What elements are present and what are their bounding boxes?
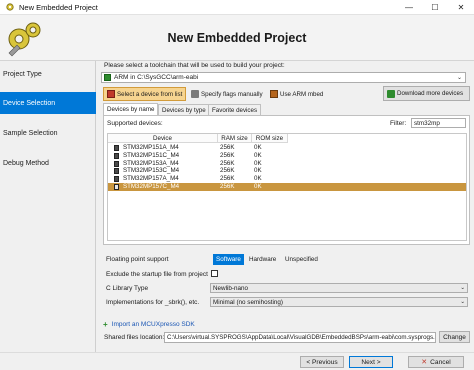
tab-favorite-devices[interactable]: Favorite devices xyxy=(208,104,262,115)
chip-icon xyxy=(114,184,119,190)
supported-devices-label: Supported devices: xyxy=(107,120,163,127)
minimize-button[interactable]: — xyxy=(396,0,422,15)
maximize-button[interactable]: ☐ xyxy=(422,0,448,15)
sidebar-item-debug-method[interactable]: Debug Method xyxy=(0,152,96,174)
toolchain-icon xyxy=(104,74,111,81)
table-row-selected[interactable]: STM32MP157C_M4 256K 0K xyxy=(108,183,466,191)
tab-devices-by-name[interactable]: Devices by name xyxy=(103,103,159,115)
chevron-down-icon: ⌄ xyxy=(460,299,465,305)
clib-type-select[interactable]: Newlib-nano ⌄ xyxy=(210,283,468,293)
column-header-ram[interactable]: RAM size xyxy=(218,134,252,143)
download-more-devices-button[interactable]: Download more devices xyxy=(383,86,470,101)
shared-files-label: Shared files location: xyxy=(104,334,165,341)
ram-size: 256K xyxy=(220,151,235,159)
previous-button[interactable]: < Previous xyxy=(300,356,344,368)
fp-unspecified-option[interactable]: Unspecified xyxy=(282,254,321,265)
wizard-footer: < Previous Next > ✕ Cancel xyxy=(0,352,474,370)
chip-icon xyxy=(114,145,119,151)
select-from-list-button[interactable]: Select a device from list xyxy=(103,87,187,101)
ram-size: 256K xyxy=(220,167,235,175)
sbrk-impl-label: Implementations for _sbrk(), etc. xyxy=(106,299,200,306)
chevron-down-icon: ⌄ xyxy=(460,285,465,291)
cancel-button[interactable]: ✕ Cancel xyxy=(408,356,464,368)
rom-size: 0K xyxy=(254,183,262,190)
exclude-startup-checkbox[interactable] xyxy=(211,270,218,277)
specify-flags-button[interactable]: Specify flags manually xyxy=(187,87,267,101)
clib-type-label: C Library Type xyxy=(106,285,149,292)
rom-size: 0K xyxy=(254,144,262,151)
sidebar-item-sample-selection[interactable]: Sample Selection xyxy=(0,122,96,144)
table-row[interactable]: STM32MP157A_M4 256K 0K xyxy=(108,175,466,183)
device-name: STM32MP151C_M4 xyxy=(123,151,180,159)
device-name: STM32MP153A_M4 xyxy=(123,159,179,167)
list-icon xyxy=(107,90,115,98)
device-name: STM32MP153C_M4 xyxy=(123,167,180,175)
chevron-down-icon: ⌄ xyxy=(456,75,462,81)
fp-software-option[interactable]: Software xyxy=(213,254,244,265)
plus-icon: + xyxy=(103,320,108,329)
filter-label: Filter: xyxy=(390,120,407,127)
shared-files-input[interactable]: C:\Users\virtual.SYSPROGS\AppData\Local\… xyxy=(164,332,436,343)
toolchain-prompt: Please select a toolchain that will be u… xyxy=(104,62,285,69)
column-header-rom[interactable]: ROM size xyxy=(252,134,288,143)
title-bar: New Embedded Project — ☐ ✕ xyxy=(0,0,474,15)
device-table: Device RAM size ROM size STM32MP151A_M4 … xyxy=(107,133,467,241)
filter-input[interactable]: stm32mp xyxy=(411,118,466,128)
ram-size: 256K xyxy=(220,183,235,190)
app-gear-icon xyxy=(6,3,14,11)
table-row[interactable]: STM32MP153C_M4 256K 0K xyxy=(108,167,466,175)
sidebar-item-project-type[interactable]: Project Type xyxy=(0,63,96,85)
chip-icon xyxy=(114,168,119,175)
ram-size: 256K xyxy=(220,175,235,183)
table-row[interactable]: STM32MP153A_M4 256K 0K xyxy=(108,160,466,168)
fp-hardware-option[interactable]: Hardware xyxy=(246,254,279,265)
rom-size: 0K xyxy=(254,151,262,159)
use-arm-mbed-button[interactable]: Use ARM mbed xyxy=(266,87,327,101)
table-row[interactable]: STM32MP151C_M4 256K 0K xyxy=(108,152,466,160)
tab-devices-by-type[interactable]: Devices by type xyxy=(158,104,210,115)
column-header-device[interactable]: Device xyxy=(108,134,218,143)
wizard-sidebar: Project Type Device Selection Sample Sel… xyxy=(0,61,96,352)
import-mcuxpresso-link[interactable]: + Import an MCUXpresso SDK xyxy=(103,320,195,329)
sbrk-impl-select[interactable]: Minimal (no semihosting) ⌄ xyxy=(210,297,468,307)
sidebar-item-device-selection[interactable]: Device Selection xyxy=(0,92,96,114)
fp-support-label: Floating point support xyxy=(106,256,169,263)
ram-size: 256K xyxy=(220,144,235,151)
rom-size: 0K xyxy=(254,167,262,175)
window-title: New Embedded Project xyxy=(19,2,98,12)
chip-icon xyxy=(114,160,119,167)
table-row[interactable]: STM32MP151A_M4 256K 0K xyxy=(108,144,466,152)
toolchain-select[interactable]: ARM in C:\SysGCC\arm-eabi ⌄ xyxy=(101,72,466,83)
toolchain-value: ARM in C:\SysGCC\arm-eabi xyxy=(114,74,199,81)
cancel-icon: ✕ xyxy=(421,359,428,366)
exclude-startup-label: Exclude the startup file from project xyxy=(106,271,208,278)
page-heading: New Embedded Project xyxy=(167,31,307,45)
device-name: STM32MP157A_M4 xyxy=(123,175,179,183)
wrench-icon xyxy=(191,90,199,98)
mbed-icon xyxy=(270,90,278,98)
rom-size: 0K xyxy=(254,159,262,167)
device-name: STM32MP157C_M4 xyxy=(123,183,180,190)
change-button[interactable]: Change xyxy=(439,331,470,343)
wizard-header: New Embedded Project xyxy=(0,15,474,61)
ram-size: 256K xyxy=(220,159,235,167)
rom-size: 0K xyxy=(254,175,262,183)
chip-icon xyxy=(114,152,119,159)
device-name: STM32MP151A_M4 xyxy=(123,144,179,151)
close-button[interactable]: ✕ xyxy=(448,0,474,15)
chip-icon xyxy=(114,176,119,183)
download-icon xyxy=(387,89,395,98)
next-button[interactable]: Next > xyxy=(349,356,393,368)
